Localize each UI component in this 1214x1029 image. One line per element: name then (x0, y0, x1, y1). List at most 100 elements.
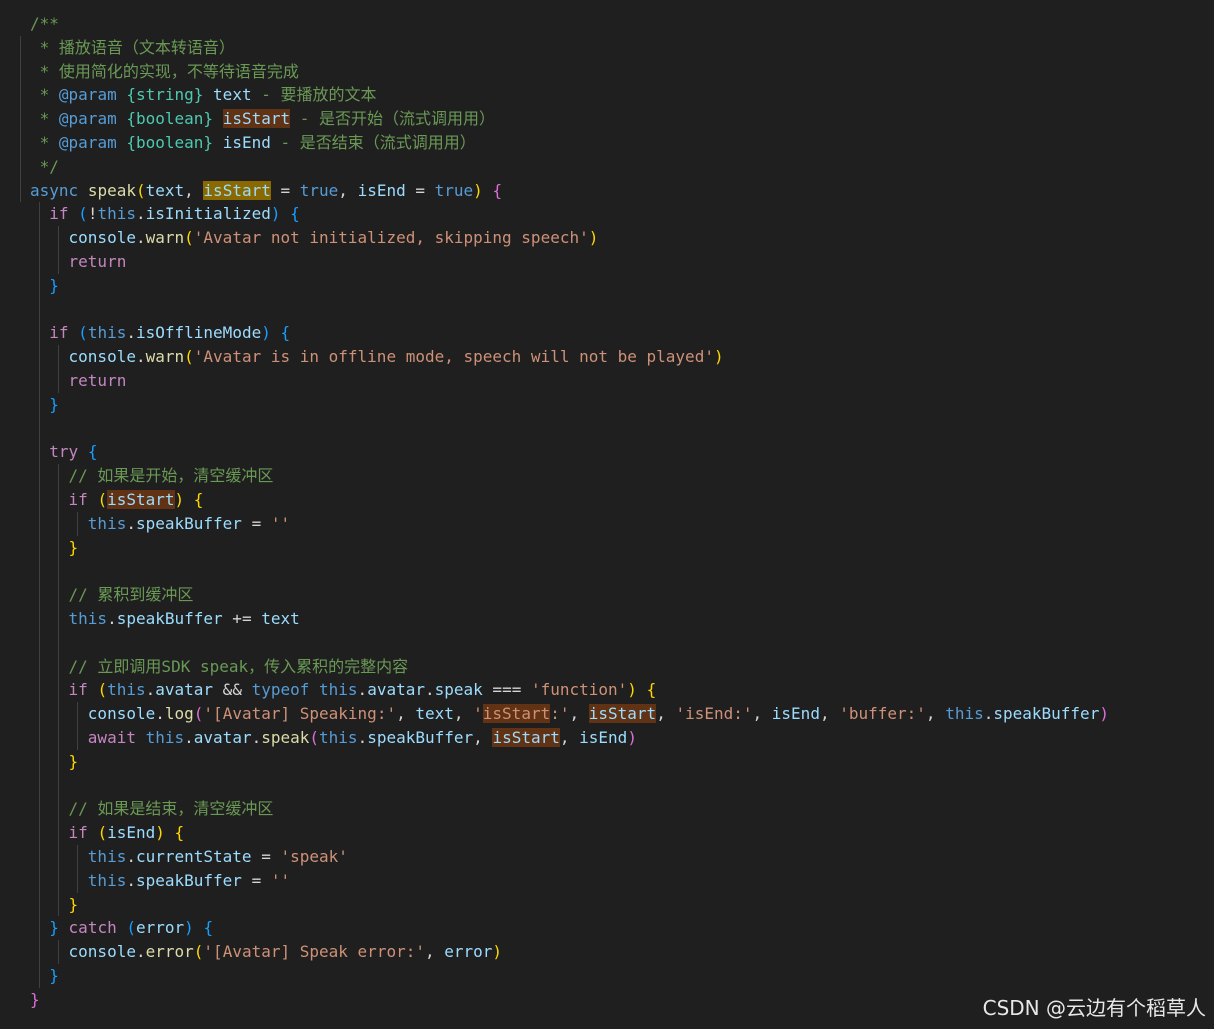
code-token: isEnd (222, 133, 271, 152)
code-token: @param (58, 133, 117, 152)
code-token: , (656, 704, 676, 724)
code-token: ) (473, 180, 483, 200)
code-line[interactable]: * @param {boolean} isEnd - 是否结束（流式调用用） (30, 131, 476, 155)
code-token: // 如果是开始，清空缓冲区 (68, 466, 274, 486)
code-line[interactable]: } (30, 393, 59, 417)
code-token: , (752, 704, 772, 724)
code-token: '' (270, 513, 291, 533)
code-token: warn (145, 347, 185, 367)
code-line[interactable]: * @param {boolean} isStart - 是否开始（流式调用用） (30, 107, 495, 131)
code-line[interactable]: } (30, 988, 40, 1012)
code-token: text (213, 85, 252, 105)
code-token: . (357, 728, 368, 747)
code-line[interactable]: if (isStart) { (30, 488, 203, 512)
code-token: ( (184, 228, 194, 248)
code-token: , (559, 728, 580, 747)
code-token: this (87, 847, 127, 866)
code-token: {string} (126, 85, 204, 105)
code-line[interactable]: this.currentState = 'speak' (30, 845, 348, 869)
code-token: if (49, 323, 69, 343)
code-line[interactable]: console.log('[Avatar] Speaking:', text, … (30, 702, 1109, 726)
code-line[interactable]: // 如果是结束，清空缓冲区 (30, 797, 274, 821)
code-token: true (434, 180, 474, 200)
code-line[interactable]: if (isEnd) { (30, 821, 185, 845)
code-token: isStart (588, 704, 657, 724)
code-line[interactable]: * @param {string} text - 要播放的文本 (30, 83, 377, 107)
code-line[interactable]: await this.avatar.speak(this.speakBuffer… (30, 726, 637, 750)
code-line[interactable]: } catch (error) { (30, 916, 213, 940)
code-token: , (473, 728, 493, 747)
code-token: isInitialized (145, 204, 271, 224)
code-line[interactable]: } (30, 964, 59, 988)
code-token: speak (261, 728, 310, 747)
code-line[interactable]: */ (30, 155, 59, 179)
code-token: ' (473, 704, 483, 724)
code-token: text (261, 609, 300, 628)
code-token: ) (174, 490, 185, 509)
code-line[interactable]: } (30, 750, 79, 774)
code-token: speakBuffer (135, 870, 242, 890)
code-line[interactable]: try { (30, 440, 97, 464)
code-line[interactable]: * 播放语音（文本转语音） (30, 36, 235, 60)
code-line[interactable]: this.speakBuffer += text (30, 607, 300, 631)
code-line[interactable]: this.speakBuffer = '' (30, 512, 290, 536)
code-token: '[Avatar] Speaking:' (203, 704, 397, 724)
code-token: ( (78, 323, 88, 343)
code-token: . (983, 704, 994, 724)
code-token: isStart (203, 180, 271, 200)
code-token: = (251, 847, 281, 866)
code-token: = (405, 180, 435, 200)
code-line[interactable]: if (this.isOfflineMode) { (30, 321, 290, 345)
code-line[interactable]: * 使用简化的实现，不等待语音完成 (30, 60, 299, 84)
code-line[interactable]: /** (30, 12, 59, 36)
code-token: speakBuffer (367, 728, 474, 747)
code-token: { (280, 323, 291, 343)
code-line[interactable]: // 立即调用SDK speak，传入累积的完整内容 (30, 655, 409, 679)
code-token: ) (588, 228, 599, 248)
code-token: '' (270, 870, 291, 890)
code-token: = (241, 870, 271, 890)
code-line[interactable]: console.warn('Avatar is in offline mode,… (30, 345, 724, 369)
code-line[interactable]: // 累积到缓冲区 (30, 583, 194, 607)
code-token: this (107, 680, 146, 700)
code-token: avatar (155, 680, 214, 700)
code-token: . (135, 942, 146, 962)
code-token: ) (713, 347, 724, 367)
code-line[interactable]: if (!this.isInitialized) { (30, 202, 300, 226)
code-line[interactable]: this.speakBuffer = '' (30, 869, 290, 893)
code-token: 'buffer:' (839, 704, 926, 724)
code-line[interactable]: async speak(text, isStart = true, isEnd … (30, 179, 502, 203)
code-line[interactable]: // 如果是开始，清空缓冲区 (30, 464, 274, 488)
code-token: this (97, 204, 136, 224)
code-line[interactable]: return (30, 369, 127, 393)
code-line[interactable]: } (30, 274, 59, 298)
code-line[interactable]: console.warn('Avatar not initialized, sk… (30, 226, 599, 250)
code-token: ) (627, 680, 637, 700)
code-line[interactable]: if (this.avatar && typeof this.avatar.sp… (30, 678, 657, 702)
code-token: - 是否结束（流式调用用） (270, 133, 476, 152)
code-token: } (49, 275, 59, 295)
code-line[interactable]: } (30, 893, 79, 917)
code-line[interactable]: console.error('[Avatar] Speak error:', e… (30, 940, 503, 964)
code-line[interactable]: return (30, 250, 127, 274)
code-token: } (49, 394, 59, 414)
code-token: @param (58, 85, 117, 105)
code-editor[interactable]: /** * 播放语音（文本转语音） * 使用简化的实现，不等待语音完成 * @p… (0, 0, 1214, 1029)
code-line[interactable]: } (30, 536, 79, 560)
